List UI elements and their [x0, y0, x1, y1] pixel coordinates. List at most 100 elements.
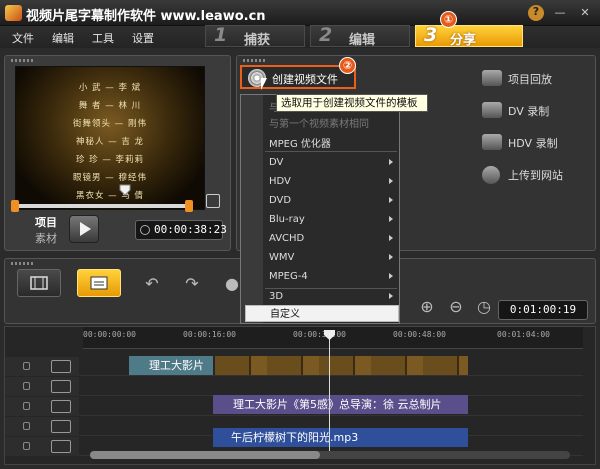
scrub-bar[interactable]: [17, 204, 193, 208]
enlarge-preview-icon[interactable]: [206, 194, 220, 208]
menu-settings[interactable]: 设置: [132, 30, 154, 46]
step-label: 编辑: [349, 33, 376, 48]
track-header: [5, 357, 79, 376]
play-button[interactable]: [69, 215, 99, 243]
mode-project-label[interactable]: 项目: [35, 214, 57, 230]
share-option-label: 上传到网站: [508, 169, 563, 182]
menu-item-avchd[interactable]: AVCHD: [269, 233, 397, 244]
trim-start-handle[interactable]: [11, 200, 19, 212]
scrub-playhead[interactable]: [119, 184, 131, 196]
ruler-label: 00:00:00:00: [83, 330, 136, 339]
menu-item-hdv[interactable]: HDV: [269, 176, 397, 187]
share-option-label: DV 录制: [508, 105, 550, 118]
panel-grip[interactable]: [11, 59, 33, 62]
undo-icon[interactable]: ↶: [142, 275, 162, 293]
music-clip[interactable]: 午后柠檬树下的阳光.mp3: [213, 428, 468, 447]
tooltip: 选取用于创建视频文件的模板: [276, 94, 428, 112]
menu-item-mpeg-4[interactable]: MPEG-4: [269, 271, 397, 282]
step-number: 3: [424, 24, 438, 46]
menu-edit[interactable]: 编辑: [52, 30, 74, 46]
play-icon: [80, 222, 91, 236]
lock-icon[interactable]: [23, 382, 30, 390]
close-button[interactable]: ✕: [578, 6, 592, 20]
help-icon[interactable]: ?: [528, 5, 544, 21]
submenu-arrow-icon: [389, 293, 393, 299]
share-option-label: HDV 录制: [508, 137, 558, 150]
timeline-view-button[interactable]: [17, 269, 61, 297]
panel-grip[interactable]: [243, 59, 265, 62]
menu-item-label: HDV: [269, 176, 291, 187]
submenu-arrow-icon: [389, 178, 393, 184]
redo-icon[interactable]: ↷: [182, 275, 202, 293]
title-track-icon[interactable]: [51, 400, 71, 413]
trim-end-handle[interactable]: [185, 200, 193, 212]
create-video-label: 创建视频文件: [272, 73, 338, 86]
submenu-arrow-icon: [389, 254, 393, 260]
record-capture-icon[interactable]: ●: [222, 275, 242, 293]
submenu-arrow-icon: [389, 216, 393, 222]
tab-share[interactable]: 3 分享: [415, 24, 523, 48]
credit-line: 珍 珍 — 李莉莉: [75, 155, 145, 165]
voice-track-icon[interactable]: [51, 420, 71, 433]
scrollbar-thumb[interactable]: [90, 451, 320, 459]
menu-item-same-as-first[interactable]: 与第一个视频素材相同: [269, 115, 397, 130]
lock-icon[interactable]: [23, 442, 30, 450]
menu-item-3d[interactable]: 3D: [269, 291, 397, 302]
tab-capture[interactable]: 1 捕获: [205, 24, 305, 48]
submenu-arrow-icon: [389, 235, 393, 241]
menu-tools[interactable]: 工具: [92, 30, 114, 46]
credit-line: 眼镜男 — 穆经伟: [73, 173, 147, 183]
step-label: 捕获: [244, 33, 271, 48]
zoom-in-icon[interactable]: ⊕: [417, 298, 437, 316]
storyboard-icon: [90, 276, 108, 290]
timeline-scrollbar[interactable]: [90, 451, 570, 459]
menu-item-mpeg-optimizer[interactable]: MPEG 优化器: [269, 135, 397, 150]
credit-line: 黑衣女 — 马 倩: [75, 191, 145, 201]
storyboard-view-button[interactable]: [77, 269, 121, 297]
timecode-value: 00:00:38:23: [154, 223, 227, 236]
minimize-button[interactable]: —: [553, 6, 567, 20]
lock-icon[interactable]: [23, 402, 30, 410]
clock-icon: ◷: [477, 297, 491, 316]
track-header: [5, 397, 79, 416]
window-title: 视频片尾字幕制作软件 www.leawo.cn: [26, 9, 266, 24]
dv-record-icon: [482, 102, 502, 118]
app-logo-icon: [5, 5, 22, 21]
create-video-menu: 与 与第一个视频素材相同 MPEG 优化器 DV HDV DVD Blu-ray…: [240, 94, 400, 324]
video-clip-title[interactable]: 理工大影片: [129, 356, 213, 375]
fit-to-window-icon[interactable]: ⊖: [446, 298, 466, 316]
video-clip[interactable]: [215, 356, 468, 375]
mouse-cursor-icon: [261, 78, 267, 90]
menu-separator: [265, 288, 397, 289]
callout-one: ①: [440, 11, 457, 28]
overlay-track-icon[interactable]: [51, 380, 71, 393]
ruler-label: 00:00:32:00: [293, 330, 346, 339]
mode-clip-label[interactable]: 素材: [35, 230, 57, 246]
title-clip[interactable]: 理工大影片《第5感》总导演：徐 云总制片: [213, 395, 468, 414]
track-overlay: [5, 377, 583, 396]
music-track-icon[interactable]: [51, 440, 71, 453]
menu-item-wmv[interactable]: WMV: [269, 252, 397, 263]
menu-item-label: MPEG-4: [269, 271, 308, 282]
menu-item-label: 3D: [269, 291, 284, 302]
callout-two: ②: [339, 57, 356, 74]
timeline-timecode[interactable]: 0:01:00:19: [498, 300, 588, 320]
project-playback-icon: [482, 70, 502, 86]
lock-icon[interactable]: [23, 422, 30, 430]
trim-range: [17, 204, 193, 208]
menu-item-custom[interactable]: 自定义: [245, 305, 399, 322]
menu-item-label: WMV: [269, 252, 295, 263]
menu-item-dvd[interactable]: DVD: [269, 195, 397, 206]
panel-grip[interactable]: [11, 262, 33, 265]
track-header: [5, 437, 79, 456]
preview-timecode[interactable]: 00:00:38:23: [135, 220, 227, 240]
tab-edit[interactable]: 2 编辑: [310, 24, 410, 48]
submenu-arrow-icon: [389, 159, 393, 165]
submenu-arrow-icon: [389, 197, 393, 203]
menu-file[interactable]: 文件: [12, 30, 34, 46]
lock-icon[interactable]: [23, 362, 30, 370]
timeline-playhead-line: [329, 330, 330, 458]
menu-item-blu-ray[interactable]: Blu-ray: [269, 214, 397, 225]
video-track-icon[interactable]: [51, 360, 71, 373]
menu-item-dv[interactable]: DV: [269, 157, 397, 168]
